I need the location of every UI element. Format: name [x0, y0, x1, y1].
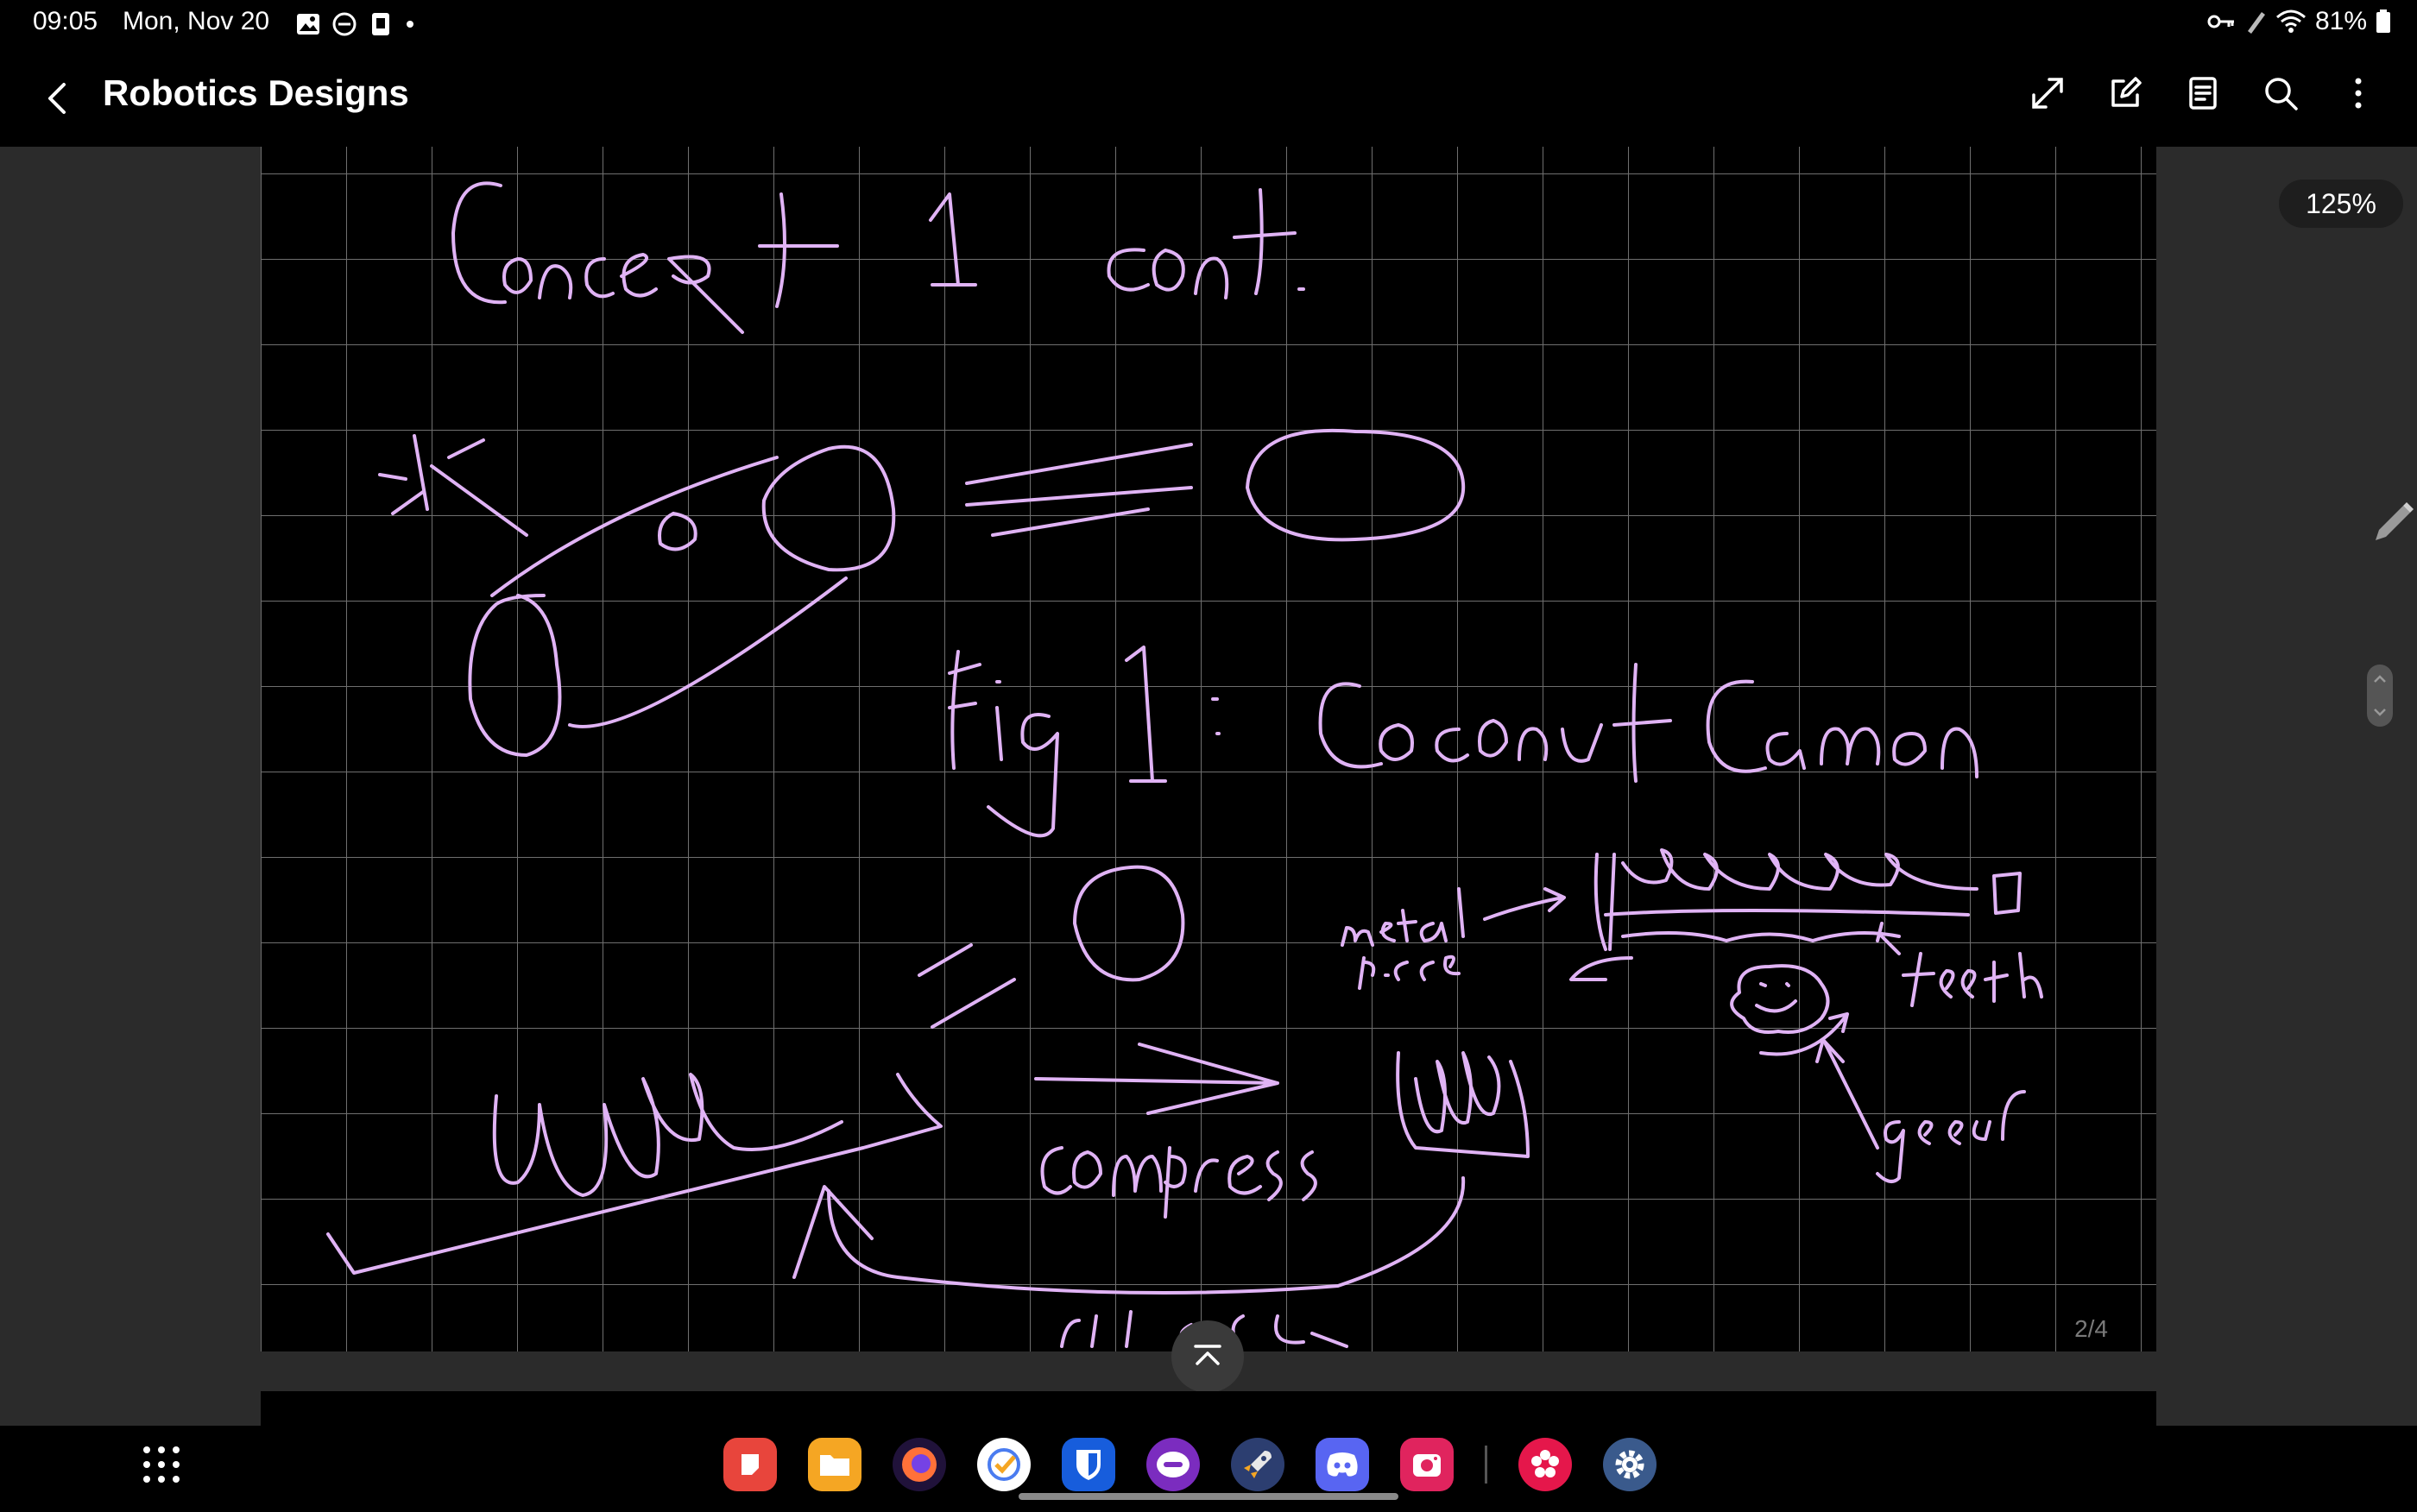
ink-gear — [1730, 964, 1830, 1034]
document-icon — [2189, 77, 2217, 110]
scroll-top-icon — [1194, 1345, 1221, 1365]
ink-word-metal-piece — [1341, 887, 1465, 990]
sim-icon — [372, 13, 389, 35]
pen-icon — [2376, 502, 2414, 540]
ink-word-fig — [948, 650, 1059, 838]
dock-apps — [723, 1438, 1657, 1491]
ink-release-arrow — [792, 1176, 1466, 1295]
key-icon — [2207, 15, 2234, 28]
ink-compressed-spring — [1396, 1051, 1530, 1158]
note-title[interactable]: Robotics Designs — [103, 72, 409, 114]
ink-cannon-wheel — [468, 594, 562, 757]
back-button[interactable] — [35, 74, 83, 123]
ink-cannon-mouth — [761, 444, 896, 572]
ink-word-coconut — [1318, 663, 1672, 783]
messages-app-icon[interactable] — [1146, 1438, 1200, 1491]
expand-icon — [2032, 78, 2063, 109]
more-dot-icon — [407, 21, 413, 28]
notes-app-icon[interactable] — [723, 1438, 777, 1491]
status-right: 81% — [2206, 7, 2391, 36]
more-vert-icon — [2355, 78, 2362, 109]
ink-coconut — [1246, 428, 1466, 542]
search-icon — [2265, 78, 2298, 110]
page-indicator: 2/4 — [2074, 1315, 2108, 1342]
ink-compress-arrow — [1034, 1043, 1279, 1115]
bitwarden-app-icon[interactable] — [1062, 1438, 1115, 1491]
wifi-icon — [2275, 9, 2306, 33]
toolbar — [2023, 69, 2382, 117]
ink-word-gear — [1876, 1090, 2026, 1183]
apps-grid-icon — [143, 1446, 180, 1483]
discord-app-icon[interactable] — [1316, 1438, 1369, 1491]
dnd-icon — [332, 12, 357, 36]
battery-icon — [2376, 9, 2390, 33]
blossom-app-icon[interactable] — [1518, 1438, 1572, 1491]
handwriting-layer — [326, 181, 2043, 1348]
ink-small-coconut — [1073, 865, 1185, 982]
status-bar: 09:05 Mon, Nov 20 81% — [0, 0, 2417, 48]
ink-spring-arrow — [326, 1073, 943, 1275]
scroll-handle[interactable] — [2367, 665, 2393, 727]
ink-small-motion — [918, 943, 1016, 1029]
ink-word-cannon — [1706, 679, 1978, 778]
note-canvas[interactable]: 2/4 — [261, 147, 2156, 1351]
edit-icon — [2111, 77, 2142, 107]
ink-axle — [658, 512, 697, 551]
rocket-app-icon[interactable] — [1231, 1438, 1284, 1491]
next-page-preview — [261, 1391, 2156, 1426]
ink-pointer-arrow — [1483, 887, 1566, 921]
edit-button[interactable] — [2101, 69, 2149, 117]
pen-toolbar-handle[interactable] — [2363, 492, 2417, 552]
pen-status-icon — [2247, 12, 2265, 34]
ink-word-cont — [1107, 188, 1305, 299]
ink-digit-one — [929, 192, 977, 287]
ink-motion-lines — [965, 443, 1193, 537]
firefox-app-icon[interactable] — [893, 1438, 946, 1491]
ink-gear-pointer — [1815, 1038, 1879, 1150]
notification-icons — [295, 9, 416, 40]
ink-rack-end — [1992, 872, 2022, 915]
search-button[interactable] — [2256, 69, 2305, 117]
ink-word-compress — [1040, 1146, 1317, 1219]
app-bar: Robotics Designs — [0, 48, 2417, 147]
ink-rack-teeth-line — [1569, 931, 1901, 981]
status-time: 09:05 — [33, 7, 98, 35]
scroll-to-top-button[interactable] — [1171, 1320, 1244, 1393]
gallery-icon — [297, 14, 319, 35]
gesture-nav-bar[interactable] — [1019, 1493, 1398, 1500]
files-app-icon[interactable] — [808, 1438, 861, 1491]
app-drawer-button[interactable] — [140, 1443, 183, 1486]
ink-cannon-barrel — [490, 456, 848, 728]
zoom-indicator[interactable]: 125% — [2279, 180, 2403, 228]
tasks-app-icon[interactable] — [977, 1438, 1031, 1491]
battery-percent: 81% — [2314, 7, 2367, 35]
dock-separator — [1485, 1446, 1487, 1484]
settings-app-icon[interactable] — [1603, 1438, 1657, 1491]
ink-word-teeth — [1876, 922, 2043, 1007]
back-arrow-icon — [48, 83, 66, 114]
ink-spark — [378, 434, 528, 537]
fullscreen-button[interactable] — [2023, 69, 2072, 117]
scroll-arrows-icon — [2374, 675, 2386, 716]
ink-gear-arrow — [1759, 1012, 1849, 1056]
camera-app-icon[interactable] — [1400, 1438, 1454, 1491]
more-options-button[interactable] — [2334, 69, 2382, 117]
reading-mode-button[interactable] — [2179, 69, 2227, 117]
ink-word-fig-num — [1125, 646, 1221, 783]
ink-word-concept — [451, 181, 839, 334]
ink-spring — [492, 1073, 843, 1197]
status-date: Mon, Nov 20 — [123, 7, 270, 35]
